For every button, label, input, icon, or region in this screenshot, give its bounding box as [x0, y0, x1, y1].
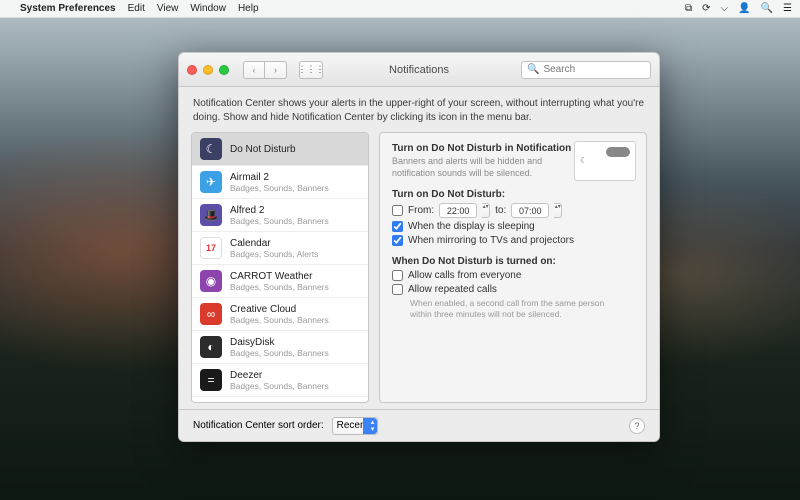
menubar-item-view[interactable]: View: [157, 3, 179, 14]
sidebar-item-airmail-2[interactable]: ✈ Airmail 2Badges, Sounds, Banners: [192, 166, 368, 199]
opt-sleep-label: When the display is sleeping: [408, 221, 535, 232]
sidebar-item-sub: Badges, Sounds, Banners: [230, 216, 329, 226]
search-field[interactable]: 🔍: [521, 61, 651, 79]
minimize-button[interactable]: [203, 65, 213, 75]
opt-calls-checkbox[interactable]: [392, 270, 403, 281]
opt-mirror-row: When mirroring to TVs and projectors: [392, 235, 634, 246]
preferences-window: ‹ › ⋮⋮⋮ Notifications 🔍 Notification Cen…: [178, 52, 660, 442]
app-icon: ∞: [200, 303, 222, 325]
sidebar-item-carrot-weather[interactable]: ◉ CARROT WeatherBadges, Sounds, Banners: [192, 265, 368, 298]
opt-from-label: From:: [408, 205, 434, 216]
sidebar-item-name: Airmail 2: [230, 172, 329, 183]
app-icon: ✈: [200, 171, 222, 193]
show-all-button[interactable]: ⋮⋮⋮: [299, 61, 323, 79]
help-button[interactable]: ?: [629, 418, 645, 434]
notification-center-icon[interactable]: ☰: [783, 3, 792, 14]
opt-mirror-label: When mirroring to TVs and projectors: [408, 235, 574, 246]
opt-to-label: to:: [495, 205, 506, 216]
footer: Notification Center sort order: Recents …: [179, 409, 659, 441]
to-time-field[interactable]: 07:00: [511, 203, 549, 218]
sidebar-item-name: Calendar: [230, 238, 318, 249]
section-turn-on-title: Turn on Do Not Disturb:: [392, 189, 634, 200]
sidebar-item-sub: Badges, Sounds, Banners: [230, 183, 329, 193]
sort-order-value: Recents: [337, 420, 374, 431]
opt-sleep-checkbox[interactable]: [392, 221, 403, 232]
menubar-item-window[interactable]: Window: [190, 3, 226, 14]
opt-from-row: From: 22:00 ▴▾ to: 07:00 ▴▾: [392, 203, 634, 218]
sidebar-item-alfred-2[interactable]: 🎩 Alfred 2Badges, Sounds, Banners: [192, 199, 368, 232]
opt-repeat-note: When enabled, a second call from the sam…: [410, 298, 610, 319]
sidebar-item-sub: Badges, Sounds, Banners: [230, 315, 329, 325]
menubar-status-icons: ⧉ ⟳ ⌵ 👤 🔍 ☰: [685, 3, 792, 14]
opt-calls-row: Allow calls from everyone: [392, 270, 634, 281]
intro-text: Notification Center shows your alerts in…: [179, 87, 659, 132]
opt-calls-label: Allow calls from everyone: [408, 270, 521, 281]
sidebar-item-creative-cloud[interactable]: ∞ Creative CloudBadges, Sounds, Banners: [192, 298, 368, 331]
menubar-item-help[interactable]: Help: [238, 3, 259, 14]
sidebar-item-sub: Badges, Sounds, Banners: [230, 348, 329, 358]
sidebar-item-sub: Badges, Sounds, Banners: [230, 282, 329, 292]
section-when-on-title: When Do Not Disturb is turned on:: [392, 256, 634, 267]
detail-heading-desc: Banners and alerts will be hidden and no…: [392, 156, 552, 179]
menubar: System Preferences Edit View Window Help…: [0, 0, 800, 18]
menubar-app-name[interactable]: System Preferences: [20, 3, 116, 14]
sidebar-item-daisydisk[interactable]: ◐ DaisyDiskBadges, Sounds, Banners: [192, 331, 368, 364]
sidebar-item-name: Deezer: [230, 370, 329, 381]
sidebar-item-name: Alfred 2: [230, 205, 329, 216]
app-icon: ◉: [200, 270, 222, 292]
app-icon: =: [200, 369, 222, 391]
forward-button[interactable]: ›: [265, 61, 287, 79]
search-input[interactable]: [543, 64, 645, 75]
opt-sleep-row: When the display is sleeping: [392, 221, 634, 232]
sort-order-select[interactable]: Recents ▴▾: [332, 417, 379, 435]
opt-from-checkbox[interactable]: [392, 205, 403, 216]
close-button[interactable]: [187, 65, 197, 75]
sidebar-item-name: Creative Cloud: [230, 304, 329, 315]
sidebar-item-sub: Badges, Sounds, Alerts: [230, 249, 318, 259]
sort-order-label: Notification Center sort order:: [193, 420, 324, 431]
chevron-updown-icon: ▴▾: [371, 419, 375, 433]
sidebar-item-calendar[interactable]: 17 CalendarBadges, Sounds, Alerts: [192, 232, 368, 265]
sidebar-item-name: DaisyDisk: [230, 337, 329, 348]
app-icon: 🎩: [200, 204, 222, 226]
traffic-lights: [187, 65, 229, 75]
sidebar-item-name: CARROT Weather: [230, 271, 329, 282]
notification-preview: [574, 141, 636, 181]
wifi-status-icon[interactable]: ⌵: [721, 3, 729, 14]
back-button[interactable]: ‹: [243, 61, 265, 79]
app-icon: ⧈: [200, 402, 222, 403]
to-stepper[interactable]: ▴▾: [554, 203, 562, 218]
opt-mirror-checkbox[interactable]: [392, 235, 403, 246]
menubar-item-edit[interactable]: Edit: [128, 3, 145, 14]
detail-pane: Turn on Do Not Disturb in Notification C…: [379, 132, 647, 403]
app-icon: ☾: [200, 138, 222, 160]
search-icon: 🔍: [527, 64, 539, 75]
opt-repeat-label: Allow repeated calls: [408, 284, 497, 295]
opt-repeat-row: Allow repeated calls: [392, 284, 634, 295]
titlebar: ‹ › ⋮⋮⋮ Notifications 🔍: [179, 53, 659, 87]
sidebar-item-name: Do Not Disturb: [230, 144, 296, 155]
app-icon: 17: [200, 237, 222, 259]
sidebar-item-name: Dropbox: [230, 403, 292, 404]
sync-status-icon[interactable]: ⟳: [702, 3, 710, 14]
sidebar-item-dropbox[interactable]: ⧈DropboxBadges, Sounds: [192, 397, 368, 403]
sidebar-item-deezer[interactable]: = DeezerBadges, Sounds, Banners: [192, 364, 368, 397]
app-icon: ◐: [200, 336, 222, 358]
from-stepper[interactable]: ▴▾: [482, 203, 490, 218]
zoom-button[interactable]: [219, 65, 229, 75]
spotlight-icon[interactable]: 🔍: [761, 3, 773, 14]
user-status-icon[interactable]: 👤: [738, 3, 750, 14]
sidebar-item-do-not-disturb[interactable]: ☾ Do Not Disturb: [192, 133, 368, 166]
opt-repeat-checkbox[interactable]: [392, 284, 403, 295]
from-time-field[interactable]: 22:00: [439, 203, 477, 218]
dropbox-status-icon[interactable]: ⧉: [685, 3, 692, 14]
app-sidebar[interactable]: ☾Do Not Disturb✈Airmail 2Badges, Sounds,…: [191, 132, 369, 403]
sidebar-item-sub: Badges, Sounds, Banners: [230, 381, 329, 391]
